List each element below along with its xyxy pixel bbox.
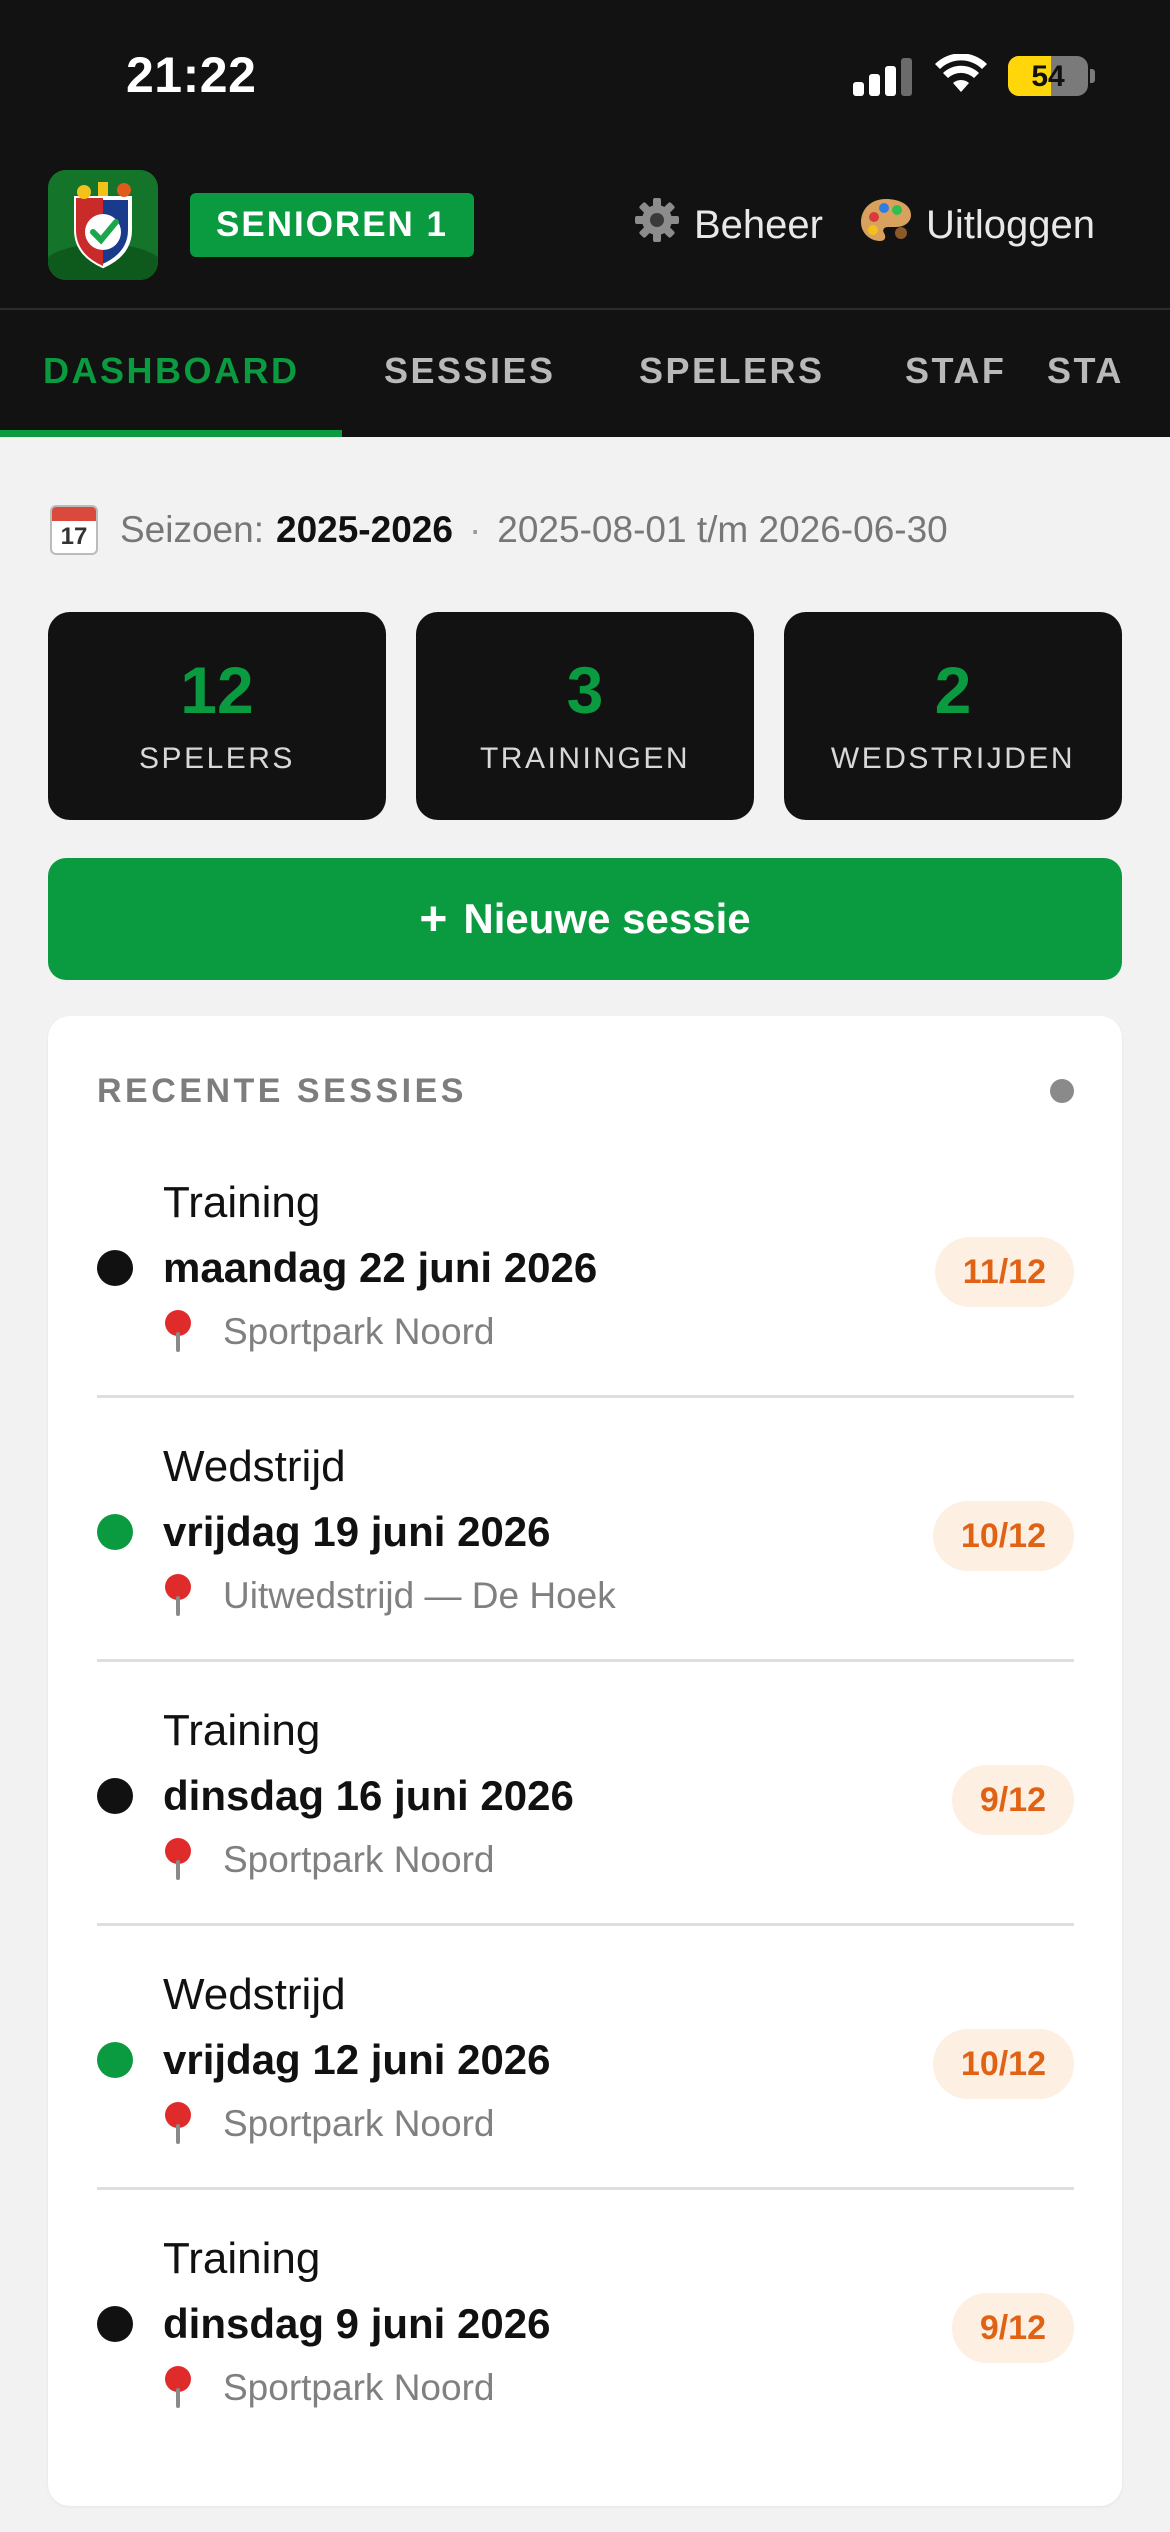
uitloggen-label: Uitloggen <box>926 202 1096 247</box>
session-location-text: Sportpark Noord <box>223 2367 495 2408</box>
battery-percentage: 54 <box>1031 60 1065 93</box>
season-range: 2025-08-01 t/m 2026-06-30 <box>497 509 948 550</box>
session-location: Sportpark Noord <box>163 2102 494 2146</box>
session-date: vrijdag 19 juni 2026 <box>163 1508 551 1555</box>
tab-sessies[interactable]: SESSIES <box>384 310 556 437</box>
season-label: Seizoen: <box>120 509 264 550</box>
session-location: Sportpark Noord <box>163 2366 494 2410</box>
wifi-icon <box>935 54 987 92</box>
session-type: Wedstrijd <box>163 1970 346 2019</box>
attendance-badge: 10/12 <box>932 1501 1074 1571</box>
pin-icon <box>163 1310 193 1354</box>
stat-label: SPELERS <box>139 742 295 775</box>
season-info: 17 Seizoen: 2025-2026 · 2025-08-01 t/m 2… <box>50 500 948 560</box>
uitloggen-link[interactable]: Uitloggen <box>858 196 1095 254</box>
recent-sessions-card: RECENTE SESSIES Training maandag 22 juni… <box>48 1016 1122 2506</box>
gear-icon <box>632 195 682 255</box>
pin-icon <box>163 1838 193 1882</box>
session-location-text: Sportpark Noord <box>223 2103 495 2144</box>
session-date: maandag 22 juni 2026 <box>163 1244 598 1291</box>
session-item[interactable]: Wedstrijd vrijdag 12 juni 2026 Sportpark… <box>97 1926 1074 2190</box>
session-type: Training <box>163 1178 321 1227</box>
stat-value: 3 <box>566 653 604 727</box>
session-type: Training <box>163 2234 321 2283</box>
session-location: Sportpark Noord <box>163 1838 494 1882</box>
calendar-icon: 17 <box>50 505 98 555</box>
session-type-dot <box>97 1778 133 1814</box>
pin-icon <box>163 1574 193 1618</box>
stat-value: 12 <box>180 653 254 727</box>
session-item[interactable]: Training dinsdag 16 juni 2026 Sportpark … <box>97 1662 1074 1926</box>
stat-value: 2 <box>934 653 972 727</box>
attendance-badge: 11/12 <box>934 1237 1074 1307</box>
session-location: Sportpark Noord <box>163 1310 494 1354</box>
session-location-text: Sportpark Noord <box>223 1839 495 1880</box>
session-type-dot <box>97 2306 133 2342</box>
session-location-text: Uitwedstrijd — De Hoek <box>223 1575 616 1616</box>
session-item[interactable]: Training dinsdag 9 juni 2026 Sportpark N… <box>97 2190 1074 2454</box>
session-type-dot <box>97 1250 133 1286</box>
session-date: vrijdag 12 juni 2026 <box>163 2036 551 2083</box>
pin-icon <box>163 2366 193 2410</box>
session-item[interactable]: Training maandag 22 juni 2026 Sportpark … <box>97 1134 1074 1398</box>
session-type: Wedstrijd <box>163 1442 346 1491</box>
calendar-icon-day: 17 <box>60 523 88 550</box>
session-item[interactable]: Wedstrijd vrijdag 19 juni 2026 Uitwedstr… <box>97 1398 1074 1662</box>
tab-dashboard[interactable]: DASHBOARD <box>43 310 300 437</box>
status-bar: 21:22 54 <box>0 0 1170 150</box>
beheer-label: Beheer <box>694 202 823 247</box>
plus-icon: + <box>419 892 448 946</box>
app-header: SENIOREN 1 Beheer Uitloggen <box>0 150 1170 310</box>
stat-card-trainingen[interactable]: 3 TRAININGEN <box>416 612 754 820</box>
session-location: Uitwedstrijd — De Hoek <box>163 1574 616 1618</box>
new-session-label: Nieuwe sessie <box>463 895 751 942</box>
session-type: Training <box>163 1706 321 1755</box>
team-badge[interactable]: SENIOREN 1 <box>190 193 474 257</box>
cellular-signal-icon <box>853 58 913 96</box>
recent-sessions-title: RECENTE SESSIES <box>97 1072 467 1110</box>
tab-bar: DASHBOARD SESSIES SPELERS STAF STA <box>0 310 1170 437</box>
session-type-dot <box>97 2042 133 2078</box>
palette-icon <box>858 195 914 255</box>
stat-card-spelers[interactable]: 12 SPELERS <box>48 612 386 820</box>
attendance-badge: 9/12 <box>951 2293 1074 2363</box>
tab-spelers[interactable]: SPELERS <box>639 310 825 437</box>
session-date: dinsdag 16 juni 2026 <box>163 1772 574 1819</box>
club-logo[interactable] <box>48 170 158 280</box>
status-dot-icon <box>1050 1079 1074 1103</box>
status-time: 21:22 <box>126 47 257 103</box>
active-tab-indicator <box>0 430 342 437</box>
stat-label: WEDSTRIJDEN <box>830 742 1076 775</box>
season-value: 2025-2026 <box>276 509 453 550</box>
battery-tip <box>1090 69 1095 83</box>
tab-staf[interactable]: STAF <box>905 310 1006 437</box>
new-session-button[interactable]: + Nieuwe sessie <box>48 858 1122 980</box>
beheer-link[interactable]: Beheer <box>632 196 823 254</box>
attendance-badge: 9/12 <box>951 1765 1074 1835</box>
season-separator: · <box>468 509 482 550</box>
pin-icon <box>163 2102 193 2146</box>
session-date: dinsdag 9 juni 2026 <box>163 2300 551 2347</box>
attendance-badge: 10/12 <box>932 2029 1074 2099</box>
battery-icon: 54 <box>1008 56 1088 96</box>
tab-next[interactable]: STA <box>1047 310 1124 437</box>
stat-label: TRAININGEN <box>479 742 690 775</box>
session-location-text: Sportpark Noord <box>223 1311 495 1352</box>
stat-card-wedstrijden[interactable]: 2 WEDSTRIJDEN <box>784 612 1122 820</box>
session-type-dot <box>97 1514 133 1550</box>
